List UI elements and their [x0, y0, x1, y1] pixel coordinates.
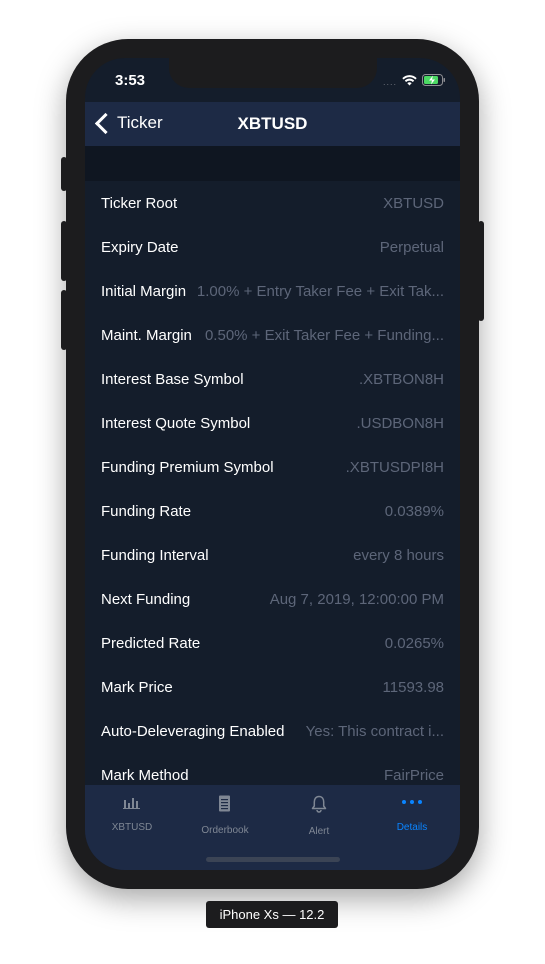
row-label: Initial Margin — [101, 282, 187, 300]
row-value: 0.0389% — [384, 502, 444, 520]
row-value: every 8 hours — [353, 546, 444, 564]
detail-row-interest-quote-symbol: Interest Quote Symbol .USDBON8H — [85, 401, 460, 445]
tab-details[interactable]: Details — [372, 795, 452, 833]
row-label: Ticker Root — [101, 194, 178, 212]
row-label: Next Funding — [101, 590, 191, 608]
tab-alert[interactable]: Alert — [279, 795, 359, 837]
row-value: Yes: This contract i... — [305, 722, 444, 740]
bell-icon — [311, 795, 327, 817]
row-label: Mark Price — [101, 678, 173, 696]
volume-up-button — [61, 221, 67, 281]
row-value: .USDBON8H — [356, 414, 444, 432]
wifi-icon — [402, 73, 417, 91]
detail-row-predicted-rate: Predicted Rate 0.0265% — [85, 621, 460, 665]
battery-charging-icon — [422, 73, 446, 91]
tab-orderbook[interactable]: Orderbook — [185, 795, 265, 836]
section-header — [85, 146, 460, 181]
row-label: Funding Interval — [101, 546, 209, 564]
screen: 3:53 .... Ticker XBTUSD Ticker Root XBTU… — [85, 58, 460, 870]
row-value: Aug 7, 2019, 12:00:00 PM — [269, 590, 444, 608]
detail-row-initial-margin: Initial Margin 1.00% + Entry Taker Fee +… — [85, 269, 460, 313]
navigation-bar: Ticker XBTUSD — [85, 102, 460, 146]
power-button — [478, 221, 484, 321]
row-value: .XBTUSDPI8H — [345, 458, 444, 476]
row-label: Mark Method — [101, 766, 189, 784]
detail-row-expiry-date: Expiry Date Perpetual — [85, 225, 460, 269]
row-value: XBTUSD — [383, 194, 444, 212]
tab-label: Details — [396, 822, 428, 833]
row-value: 0.50% + Exit Taker Fee + Funding... — [204, 326, 444, 344]
status-time: 3:53 — [115, 72, 146, 89]
tab-xbtusd[interactable]: XBTUSD — [92, 795, 172, 833]
notch — [169, 58, 377, 88]
tab-label: Alert — [308, 826, 330, 837]
status-icons: .... — [383, 73, 446, 91]
detail-row-mark-method: Mark Method FairPrice — [85, 753, 460, 785]
row-label: Funding Rate — [101, 502, 192, 520]
tab-label: XBTUSD — [111, 822, 153, 833]
tab-label: Orderbook — [201, 825, 249, 836]
row-label: Funding Premium Symbol — [101, 458, 274, 476]
detail-row-ticker-root: Ticker Root XBTUSD — [85, 181, 460, 225]
detail-row-auto-deleveraging: Auto-Deleveraging Enabled Yes: This cont… — [85, 709, 460, 753]
document-icon — [218, 795, 232, 816]
row-value: 1.00% + Entry Taker Fee + Exit Tak... — [196, 282, 444, 300]
signal-icon: .... — [382, 77, 397, 87]
row-value: Perpetual — [379, 238, 444, 256]
row-label: Interest Quote Symbol — [101, 414, 251, 432]
device-label: iPhone Xs — 12.2 — [206, 901, 338, 928]
detail-row-mark-price: Mark Price 11593.98 — [85, 665, 460, 709]
mute-switch — [61, 157, 67, 191]
row-label: Expiry Date — [101, 238, 179, 256]
detail-row-funding-interval: Funding Interval every 8 hours — [85, 533, 460, 577]
detail-row-next-funding: Next Funding Aug 7, 2019, 12:00:00 PM — [85, 577, 460, 621]
bar-chart-icon — [123, 796, 141, 813]
row-label: Interest Base Symbol — [101, 370, 244, 388]
row-value: 0.0265% — [384, 634, 444, 652]
row-label: Predicted Rate — [101, 634, 201, 652]
detail-row-interest-base-symbol: Interest Base Symbol .XBTBON8H — [85, 357, 460, 401]
row-label: Maint. Margin — [101, 326, 192, 344]
tab-bar: XBTUSD Orderbook Alert Details — [85, 785, 460, 870]
row-value: FairPrice — [383, 766, 444, 784]
volume-down-button — [61, 290, 67, 350]
row-label: Auto-Deleveraging Enabled — [101, 722, 285, 740]
row-value: 11593.98 — [382, 678, 444, 696]
detail-row-funding-premium-symbol: Funding Premium Symbol .XBTUSDPI8H — [85, 445, 460, 489]
page-title: XBTUSD — [237, 114, 308, 133]
details-list[interactable]: Ticker Root XBTUSD Expiry Date Perpetual… — [85, 181, 460, 785]
row-value: .XBTBON8H — [358, 370, 444, 388]
more-dots-icon — [401, 796, 423, 813]
detail-row-maint-margin: Maint. Margin 0.50% + Exit Taker Fee + F… — [85, 313, 460, 357]
detail-row-funding-rate: Funding Rate 0.0389% — [85, 489, 460, 533]
home-indicator[interactable] — [206, 857, 340, 862]
